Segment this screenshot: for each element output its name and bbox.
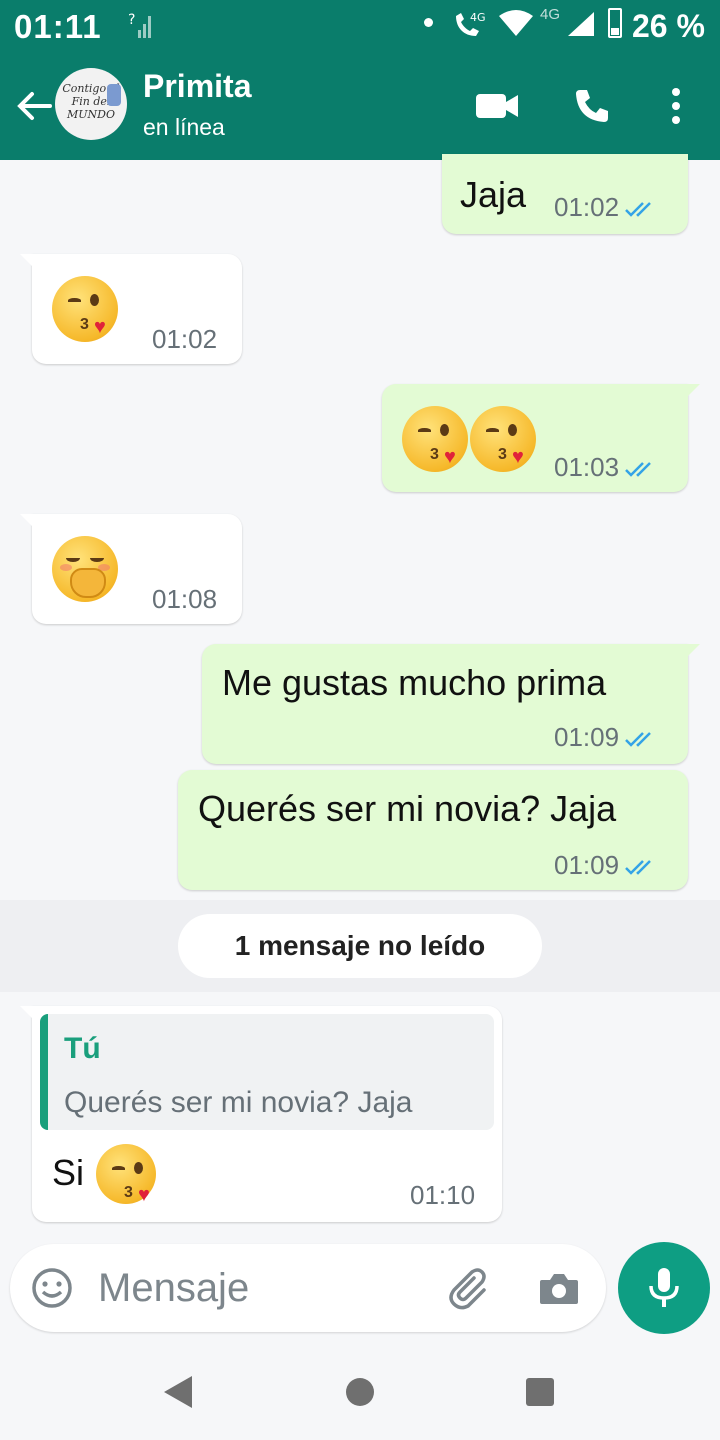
- contact-status: en línea: [143, 114, 225, 140]
- message-bubble-incoming[interactable]: 3 ♥ 01:02: [20, 254, 242, 364]
- unread-label: 1 mensaje no leído: [178, 914, 542, 978]
- wifi-icon: [498, 8, 534, 43]
- attach-clip-icon[interactable]: [448, 1266, 492, 1315]
- cell-signal-icon: [566, 10, 596, 43]
- chat-header: Contigo al Fin del MUNDO Primita en líne…: [0, 56, 720, 160]
- quoted-message[interactable]: Tú Querés ser mi novia? Jaja: [40, 1014, 494, 1130]
- no-signal-icon: ?: [128, 10, 154, 45]
- kissing-heart-emoji-icon: 3 ♥: [402, 406, 468, 472]
- battery-percent: 26 %: [632, 8, 705, 44]
- message-meta: 01:02: [554, 192, 657, 225]
- emoji-picker-icon[interactable]: [30, 1266, 74, 1315]
- unread-divider: 1 mensaje no leído: [0, 900, 720, 992]
- nav-recents-icon[interactable]: [524, 1376, 556, 1413]
- message-bubble-incoming[interactable]: Tú Querés ser mi novia? Jaja Si 3 ♥ 01:10: [20, 1006, 502, 1222]
- message-time: 01:10: [410, 1180, 476, 1210]
- quote-text: Querés ser mi novia? Jaja: [64, 1086, 413, 1119]
- system-nav-bar: [0, 1342, 720, 1440]
- status-bar: 01:11 ? 4G 4G 26 %: [0, 0, 720, 56]
- lte-label: 4G: [540, 6, 561, 23]
- svg-text:?: ?: [128, 12, 135, 28]
- message-time: 01:02: [152, 324, 218, 354]
- message-bubble-outgoing[interactable]: Me gustas mucho prima 01:09: [202, 644, 700, 764]
- quote-accent-bar: [40, 1014, 48, 1130]
- message-text: Me gustas mucho prima: [222, 662, 607, 703]
- camera-icon[interactable]: [536, 1266, 580, 1315]
- message-meta: 01:03: [554, 452, 657, 485]
- read-ticks-icon: [625, 194, 657, 225]
- message-bubble-outgoing[interactable]: Jaja 01:02: [442, 154, 688, 234]
- nav-back-icon[interactable]: [162, 1374, 194, 1415]
- avatar-figure: [107, 84, 121, 106]
- avatar[interactable]: Contigo al Fin del MUNDO: [55, 68, 127, 140]
- message-bubble-outgoing[interactable]: 3 ♥ 3 ♥ 01:03: [382, 384, 700, 492]
- hand-over-mouth-emoji-icon: [52, 536, 118, 602]
- voice-record-button[interactable]: [618, 1242, 710, 1334]
- kissing-heart-emoji-icon: 3 ♥: [470, 406, 536, 472]
- volte-call-icon: 4G: [452, 10, 488, 45]
- network-label: 4G: [470, 11, 486, 24]
- voice-call-icon[interactable]: [572, 86, 612, 131]
- message-meta: 01:09: [554, 850, 657, 883]
- message-bubble-outgoing[interactable]: Querés ser mi novia? Jaja 01:09: [178, 770, 688, 890]
- message-meta: 01:09: [554, 722, 657, 755]
- read-ticks-icon: [625, 724, 657, 755]
- video-call-icon[interactable]: [474, 86, 520, 131]
- quote-author: Tú: [64, 1032, 101, 1065]
- message-input[interactable]: Mensaje: [98, 1266, 249, 1311]
- nav-home-icon[interactable]: [344, 1376, 376, 1413]
- top-bar: 01:11 ? 4G 4G 26 % Contigo al Fin del MU…: [0, 0, 720, 160]
- message-time: 01:09: [554, 850, 620, 880]
- kissing-heart-emoji-icon: 3 ♥: [52, 276, 118, 342]
- read-ticks-icon: [625, 852, 657, 883]
- message-time: 01:08: [152, 584, 218, 614]
- message-time: 01:02: [554, 192, 620, 222]
- message-text: Jaja: [460, 174, 527, 215]
- microphone-icon: [649, 1268, 679, 1307]
- message-time: 01:03: [554, 452, 620, 482]
- back-arrow-icon[interactable]: [14, 86, 54, 126]
- read-ticks-icon: [625, 454, 657, 485]
- message-bubble-incoming[interactable]: 01:08: [20, 514, 242, 624]
- notification-dot-icon: [424, 18, 433, 27]
- contact-name[interactable]: Primita: [143, 68, 251, 105]
- message-text: Querés ser mi novia? Jaja: [198, 788, 617, 829]
- battery-icon: [608, 8, 622, 38]
- message-time: 01:09: [554, 722, 620, 752]
- message-text: Si: [52, 1152, 85, 1193]
- more-options-icon[interactable]: [664, 86, 688, 131]
- kissing-heart-emoji-icon: 3 ♥: [96, 1144, 156, 1206]
- status-time: 01:11: [14, 8, 102, 45]
- message-composer[interactable]: Mensaje: [10, 1244, 606, 1332]
